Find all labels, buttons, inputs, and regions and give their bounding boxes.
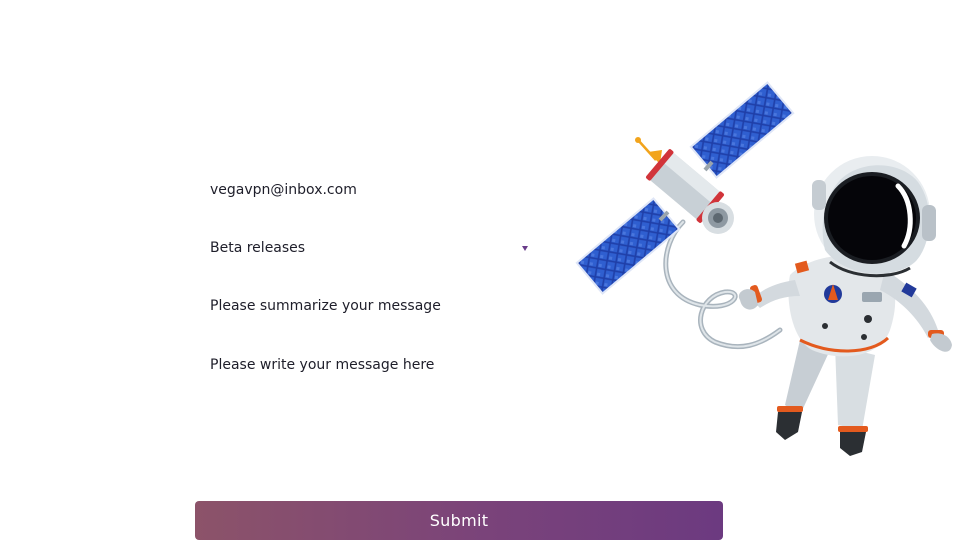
contact-page: vegavpn@inbox.com Beta releases Please s…	[0, 0, 954, 540]
satellite-icon	[575, 81, 795, 295]
topic-selected-value: Beta releases	[210, 240, 306, 256]
chevron-down-icon	[522, 245, 528, 251]
email-value: vegavpn@inbox.com	[210, 182, 357, 198]
message-placeholder: Please write your message here	[210, 357, 435, 373]
subject-input[interactable]: Please summarize your message	[195, 284, 540, 328]
email-field[interactable]: vegavpn@inbox.com	[195, 168, 540, 212]
submit-button[interactable]: Submit	[195, 501, 723, 540]
tether-icon	[663, 219, 783, 350]
subject-placeholder: Please summarize your message	[210, 298, 441, 314]
astronaut-icon	[738, 156, 952, 456]
astronaut-satellite-illustration	[575, 81, 952, 456]
topic-select[interactable]: Beta releases	[195, 226, 540, 270]
message-textarea[interactable]: Please write your message here	[195, 342, 540, 452]
